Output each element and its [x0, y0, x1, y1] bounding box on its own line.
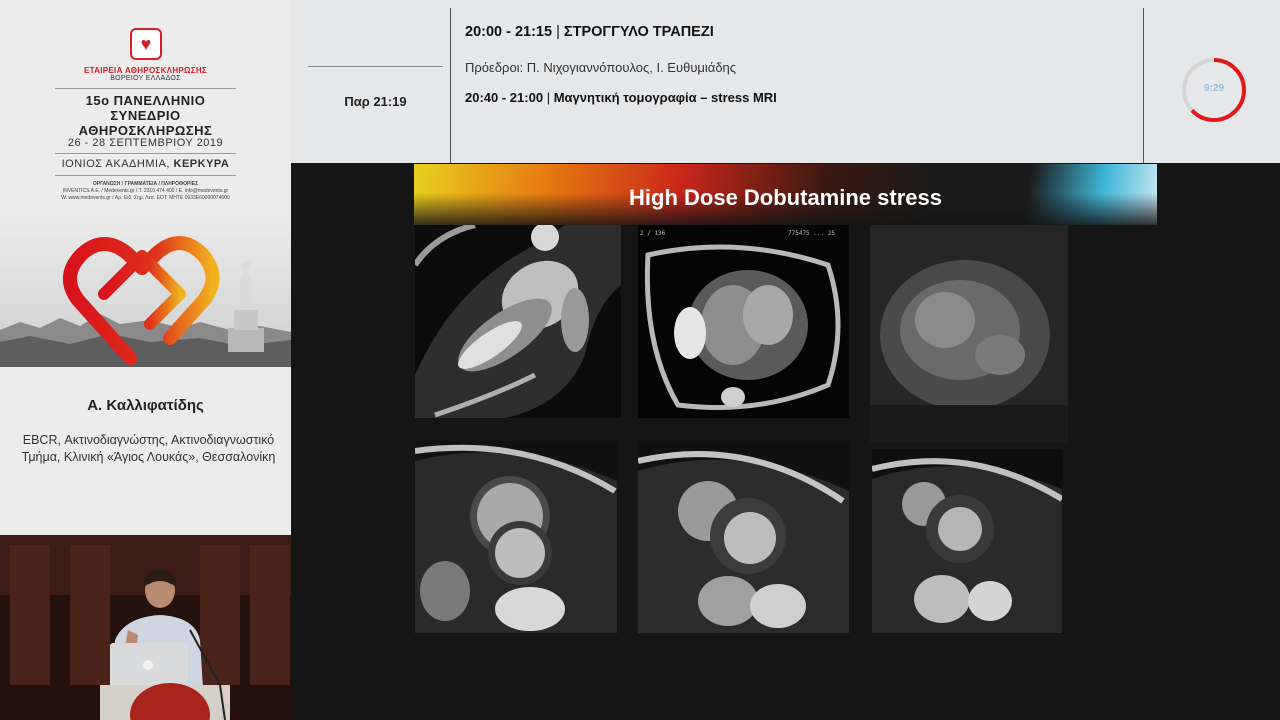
divider — [450, 8, 451, 163]
society-region: ΒΟΡΕΙΟΥ ΕΛΛΑΔΟΣ — [110, 75, 181, 82]
session-chairs: Πρόεδροι: Π. Νιχογιαννόπουλος, Ι. Ευθυμι… — [465, 60, 737, 75]
svg-text:2 / 136: 2 / 136 — [640, 230, 666, 237]
heart-emblem-icon — [0, 210, 291, 367]
divider — [55, 175, 236, 176]
mri-blurred-frame — [870, 225, 1068, 443]
mri-long-axis-2ch — [415, 225, 621, 418]
session-time: 20:00 - 21:15 — [465, 24, 553, 40]
mri-short-axis-base — [415, 441, 617, 633]
talk-time: 20:40 - 21:00 — [465, 90, 544, 105]
organizer-line1: ΟΡΓΑΝΩΣΗ / ΓΡΑΜΜΑΤΕΙΑ / ΠΛΗΡΟΦΟΡΙΕΣ — [92, 181, 199, 187]
presentation-stream: ♥ ΕΤΑΙΡΕΙΑ ΑΘΗΡΟΣΚΛΗΡΩΣΗΣ ΒΟΡΕΙΟΥ ΕΛΛΑΔΟ… — [0, 0, 1280, 720]
speaker-affiliation: EBCR, Ακτινοδιαγνώστης, Ακτινοδιαγνωστικ… — [6, 432, 291, 466]
session-header: Παρ 21:19 20:00 - 21:15 | ΣΤΡΟΓΓΥΛΟ ΤΡΑΠ… — [291, 0, 1280, 163]
venue-city: ΚΕΡΚΥΡΑ — [173, 158, 230, 170]
mri-short-axis-mid — [638, 441, 849, 633]
talk-title: 20:40 - 21:00 | Μαγνητική τομογραφία – s… — [465, 90, 777, 105]
left-info-panel: ♥ ΕΤΑΙΡΕΙΑ ΑΘΗΡΟΣΚΛΗΡΩΣΗΣ ΒΟΡΕΙΟΥ ΕΛΛΑΔΟ… — [0, 0, 291, 535]
separator: | — [556, 24, 560, 40]
separator: | — [546, 90, 551, 105]
mri-short-axis-apex — [872, 449, 1062, 633]
svg-text:775475 ... 25: 775475 ... 25 — [788, 230, 835, 237]
speaker-video-frame — [0, 535, 291, 720]
congress-dates: 26 - 28 ΣΕΠΤΕΜΒΡΙΟΥ 2019 — [67, 137, 224, 149]
session-name: ΣΤΡΟΓΓΥΛΟ ΤΡΑΠΕΖΙ — [563, 24, 714, 40]
congress-title-line3: ΑΘΗΡΟΣΚΛΗΡΩΣΗΣ — [78, 123, 213, 138]
congress-venue: ΙΟΝΙΟΣ ΑΚΑΔΗΜΙΑ, ΚΕΡΚΥΡΑ — [0, 158, 291, 170]
affiliation-line2: Τμήμα, Κλινική «Άγιος Λουκάς», Θεσσαλονί… — [21, 450, 276, 464]
heart-logo-icon: ♥ — [130, 28, 162, 60]
congress-title-line2: ΣΥΝΕΔΡΙΟ — [110, 108, 181, 123]
speaker-info: Α. Καλλιφατίδης EBCR, Ακτινοδιαγνώστης, … — [0, 367, 291, 535]
slide-title: High Dose Dobutamine stress — [629, 185, 942, 210]
session-title: 20:00 - 21:15 | ΣΤΡΟΓΓΥΛΟ ΤΡΑΠΕΖΙ — [465, 24, 714, 40]
mri-four-chamber: 775475 ... 25 2 / 136 — [638, 225, 849, 418]
organizer-line3: W. www.medevents.gr / Αρ. Ειδ. Σημ. Λειτ… — [61, 195, 230, 201]
speaker-name: Α. Καλλιφατίδης — [87, 397, 204, 414]
divider — [55, 153, 236, 154]
divider — [55, 88, 236, 89]
congress-title-line1: 15ο ΠΑΝΕΛΛΗΝΙΟ — [85, 93, 206, 108]
congress-branding: ♥ ΕΤΑΙΡΕΙΑ ΑΘΗΡΟΣΚΛΗΡΩΣΗΣ ΒΟΡΕΙΟΥ ΕΛΛΑΔΟ… — [0, 0, 291, 210]
society-name: ΕΤΑΙΡΕΙΑ ΑΘΗΡΟΣΚΛΗΡΩΣΗΣ — [83, 66, 208, 75]
divider — [1143, 8, 1144, 163]
current-time: Παρ 21:19 — [344, 94, 407, 109]
divider — [308, 66, 443, 67]
presentation-slide: High Dose Dobutamine stress 775475 ... 2… — [291, 163, 1280, 720]
venue-prefix: ΙΟΝΙΟΣ ΑΚΑΔΗΜΙΑ, — [61, 158, 170, 170]
talk-name: Μαγνητική τομογραφία – stress MRI — [553, 90, 777, 105]
countdown-timer-text: 9:29 — [1203, 83, 1224, 94]
affiliation-line1: EBCR, Ακτινοδιαγνώστης, Ακτινοδιαγνωστικ… — [22, 433, 275, 447]
speaker-camera-feed — [0, 535, 291, 720]
organizer-line2: INVENTICS A.E. / Medevents.gr / T. 2310 … — [62, 188, 229, 194]
congress-hero-graphic — [0, 210, 291, 367]
